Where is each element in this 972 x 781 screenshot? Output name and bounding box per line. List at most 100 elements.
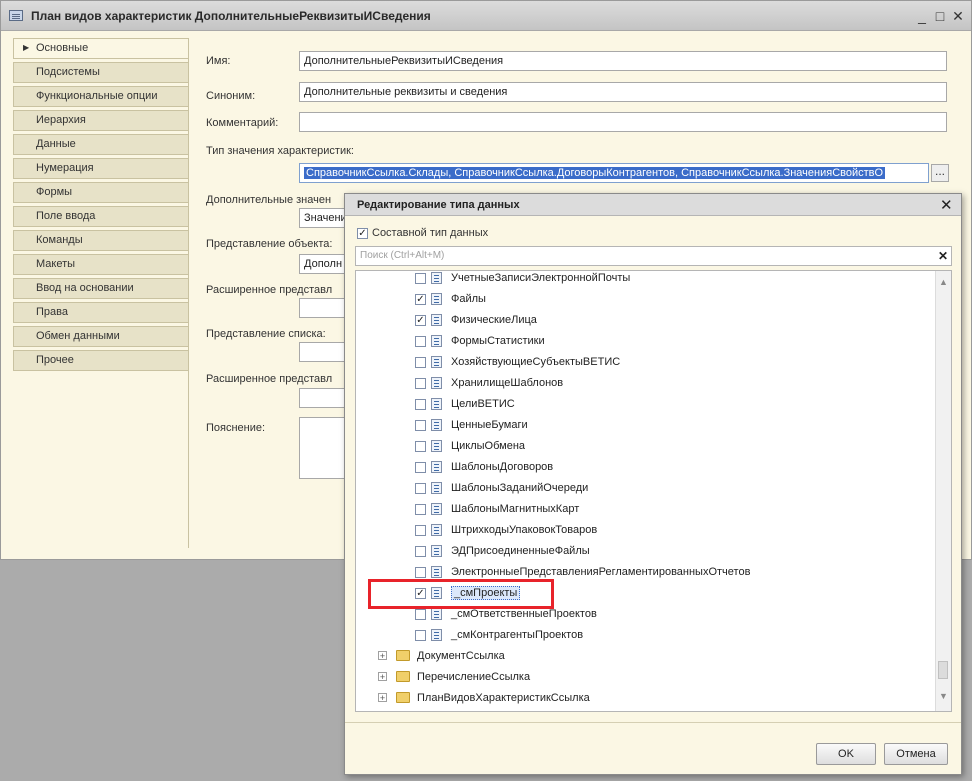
tree-item-label: УчетныеЗаписиЭлектроннойПочты: [451, 272, 631, 284]
type-field[interactable]: СправочникСсылка.Склады, СправочникСсылк…: [299, 163, 929, 183]
catalog-ref-icon: [431, 440, 442, 452]
tree-item-label: ШаблоныМагнитныхКарт: [451, 503, 580, 515]
explanation-label: Пояснение:: [206, 422, 266, 434]
dialog-title: Редактирование типа данных: [357, 199, 520, 211]
catalog-ref-icon: [431, 461, 442, 473]
tree-group[interactable]: + ДокументСсылка: [356, 646, 936, 667]
catalog-ref-icon: [431, 314, 442, 326]
tree-item[interactable]: ЦенныеБумаги: [356, 415, 936, 436]
catalog-ref-icon: [431, 503, 442, 515]
tree-item[interactable]: ШаблоныЗаданийОчереди: [356, 478, 936, 499]
ok-button[interactable]: OK: [816, 743, 876, 765]
item-checkbox[interactable]: [415, 546, 426, 557]
catalog-ref-icon: [431, 377, 442, 389]
scroll-down-icon[interactable]: ▼: [939, 691, 948, 701]
item-checkbox[interactable]: [415, 441, 426, 452]
tab-subsystems[interactable]: Подсистемы: [13, 62, 188, 83]
dialog-close-button[interactable]: ✕: [940, 196, 953, 214]
tree-item[interactable]: ЦиклыОбмена: [356, 436, 936, 457]
tree-item[interactable]: ЭДПрисоединенныеФайлы: [356, 541, 936, 562]
name-field[interactable]: ДополнительныеРеквизитыИСведения: [299, 51, 947, 71]
extra-values-label: Дополнительные значен: [206, 194, 332, 206]
tree-item-label: ФизическиеЛица: [451, 314, 537, 326]
comment-field[interactable]: [299, 112, 947, 132]
tab-hierarchy[interactable]: Иерархия: [13, 110, 188, 131]
tree-item[interactable]: ШаблоныМагнитныхКарт: [356, 499, 936, 520]
dialog-titlebar: Редактирование типа данных ✕: [345, 194, 961, 216]
tree-item[interactable]: ШаблоныДоговоров: [356, 457, 936, 478]
type-label: Тип значения характеристик:: [206, 145, 354, 157]
tab-input-on-basis[interactable]: Ввод на основании: [13, 278, 188, 299]
item-checkbox[interactable]: [415, 609, 426, 620]
tab-data-exchange[interactable]: Обмен данными: [13, 326, 188, 347]
tree-item[interactable]: ✓ Файлы: [356, 289, 936, 310]
tree-item[interactable]: ХозяйствующиеСубъектыВЕТИС: [356, 352, 936, 373]
close-button[interactable]: ✕: [950, 8, 966, 24]
tree-item[interactable]: ✓ ФизическиеЛица: [356, 310, 936, 331]
search-box[interactable]: Поиск (Ctrl+Alt+M) ✕: [355, 246, 952, 266]
item-checkbox[interactable]: [415, 462, 426, 473]
tree-item[interactable]: ФормыСтатистики: [356, 331, 936, 352]
tree-group[interactable]: + ПланВидовХарактеристикСсылка: [356, 688, 936, 709]
tab-forms[interactable]: Формы: [13, 182, 188, 203]
item-checkbox[interactable]: [415, 420, 426, 431]
scroll-up-icon[interactable]: ▲: [939, 277, 948, 287]
tree-item-label: ХранилищеШаблонов: [451, 377, 564, 389]
tree-item[interactable]: УчетныеЗаписиЭлектроннойПочты: [356, 271, 936, 289]
name-label: Имя:: [206, 55, 231, 67]
tree-item-label: _смОтветственныеПроектов: [451, 608, 597, 620]
item-checkbox[interactable]: [415, 567, 426, 578]
search-clear-icon[interactable]: ✕: [936, 248, 950, 264]
tab-rights[interactable]: Права: [13, 302, 188, 323]
tree-item[interactable]: ЦелиВЕТИС: [356, 394, 936, 415]
synonym-field[interactable]: Дополнительные реквизиты и сведения: [299, 82, 947, 102]
scroll-thumb[interactable]: [938, 661, 948, 679]
item-checkbox[interactable]: [415, 399, 426, 410]
highlight-box: [368, 579, 554, 609]
search-placeholder: Поиск (Ctrl+Alt+M): [360, 250, 445, 261]
dialog-divider: [345, 722, 961, 723]
composite-type-checkbox-row[interactable]: ✓ Составной тип данных: [357, 226, 607, 242]
minimize-button[interactable]: _: [914, 8, 930, 24]
tree-scrollbar[interactable]: ▲ ▼: [935, 271, 951, 711]
sidebar-divider: [188, 38, 189, 548]
tree-group-label: ДокументСсылка: [417, 650, 505, 662]
expand-icon[interactable]: +: [378, 693, 387, 703]
item-checkbox[interactable]: [415, 504, 426, 515]
catalog-ref-icon: [431, 293, 442, 305]
tab-other[interactable]: Прочее: [13, 350, 188, 371]
tab-data[interactable]: Данные: [13, 134, 188, 155]
item-checkbox[interactable]: ✓: [415, 315, 426, 326]
type-tree-rows: УчетныеЗаписиЭлектроннойПочты ✓ Файлы ✓ Физи…: [356, 271, 936, 709]
item-checkbox[interactable]: [415, 336, 426, 347]
window-titlebar: План видов характеристик ДополнительныеР…: [1, 1, 971, 31]
item-checkbox[interactable]: [415, 357, 426, 368]
expand-icon[interactable]: +: [378, 651, 387, 661]
catalog-ref-icon: [431, 608, 442, 620]
item-checkbox[interactable]: [415, 378, 426, 389]
tree-item[interactable]: _смКонтрагентыПроектов: [356, 625, 936, 646]
type-select-button[interactable]: ...: [931, 164, 949, 182]
tab-templates[interactable]: Макеты: [13, 254, 188, 275]
catalog-ref-icon: [431, 524, 442, 536]
item-checkbox[interactable]: ✓: [415, 294, 426, 305]
ext-object-repr-label: Расширенное представл: [206, 284, 333, 296]
catalog-ref-icon: [431, 335, 442, 347]
item-checkbox[interactable]: [415, 525, 426, 536]
item-checkbox[interactable]: [415, 630, 426, 641]
tab-numbering[interactable]: Нумерация: [13, 158, 188, 179]
tab-commands[interactable]: Команды: [13, 230, 188, 251]
tree-item[interactable]: ШтрихкодыУпаковокТоваров: [356, 520, 936, 541]
tab-main[interactable]: Основные: [13, 38, 188, 59]
tree-item[interactable]: ХранилищеШаблонов: [356, 373, 936, 394]
tab-input-field[interactable]: Поле ввода: [13, 206, 188, 227]
item-checkbox[interactable]: [415, 483, 426, 494]
expand-icon[interactable]: +: [378, 672, 387, 682]
tab-functional-options[interactable]: Функциональные опции: [13, 86, 188, 107]
maximize-button[interactable]: □: [932, 8, 948, 24]
composite-type-checkbox[interactable]: ✓: [357, 228, 368, 239]
catalog-ref-icon: [431, 566, 442, 578]
item-checkbox[interactable]: [415, 273, 426, 284]
tree-group[interactable]: + ПеречислениеСсылка: [356, 667, 936, 688]
cancel-button[interactable]: Отмена: [884, 743, 948, 765]
